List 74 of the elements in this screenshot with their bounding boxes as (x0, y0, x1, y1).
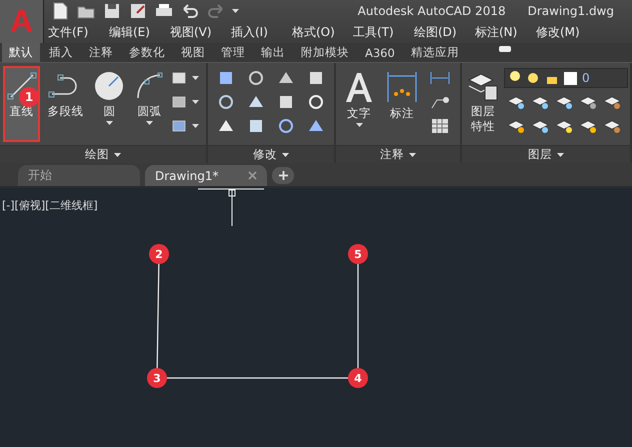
tool-button[interactable]: 标注 (382, 66, 422, 142)
panel-toggle-icon[interactable] (498, 45, 512, 53)
tool-button[interactable]: 圆 (90, 66, 128, 142)
document-tab[interactable]: Drawing1* (145, 165, 267, 186)
ribbon-tab[interactable]: 附加模块 (294, 43, 356, 62)
menu-item[interactable]: 修改(M) (536, 24, 597, 41)
caret-icon[interactable] (356, 122, 362, 127)
menu-item[interactable]: 格式(O) (292, 24, 353, 41)
ribbon-tab[interactable]: 默认 (2, 43, 40, 62)
menu-item[interactable]: 工具(T) (353, 24, 414, 41)
document-tab-label: 开始 (28, 167, 52, 184)
menu-item[interactable]: 编辑(E) (109, 24, 170, 41)
rectangle-icon[interactable] (170, 70, 188, 86)
plus-icon (278, 171, 288, 180)
file-name: Drawing1.dwg (528, 4, 614, 18)
ribbon-tab[interactable]: 参数化 (122, 43, 172, 62)
color-swatch-icon (564, 72, 577, 84)
tool-button[interactable]: 直线 1 (3, 66, 40, 142)
panel-title: 绘图 (85, 147, 109, 162)
new-tab-button[interactable] (272, 167, 294, 184)
panel-title: 图层 (528, 147, 552, 162)
panel-title-bar[interactable]: 图层 (462, 145, 630, 163)
caret-icon[interactable] (232, 9, 239, 13)
menu-item[interactable]: 插入(I) (231, 24, 292, 41)
document-tab[interactable]: 开始 (18, 165, 140, 186)
layer-dropdown[interactable]: 0 (504, 68, 628, 88)
crosshair-cursor (198, 188, 266, 226)
panel-title-bar[interactable]: 绘图 (0, 145, 206, 163)
leader-icon[interactable] (429, 94, 451, 110)
tool-button[interactable]: 圆弧 (130, 66, 168, 142)
ribbon-tab[interactable]: 输出 (254, 43, 292, 62)
table-icon[interactable] (430, 117, 450, 135)
save-as-icon[interactable] (128, 1, 148, 21)
caret-icon[interactable] (106, 120, 113, 125)
menu-item[interactable]: 文件(F) (48, 24, 109, 41)
tool-button[interactable]: 图层特性 (465, 66, 501, 142)
caret-icon[interactable] (409, 152, 416, 156)
menu-item[interactable]: 标注(N) (475, 24, 536, 41)
caret-icon[interactable] (146, 120, 153, 125)
panel-title-bar[interactable]: 注释 (336, 145, 460, 163)
document-tab-label: Drawing1* (155, 168, 219, 182)
ribbon-tab[interactable]: A360 (358, 43, 402, 62)
tool-button[interactable]: 多段线 (43, 66, 88, 142)
caret-icon[interactable] (114, 152, 121, 156)
linear-dimension-icon[interactable] (429, 70, 451, 86)
tool-button[interactable]: 文字 (339, 66, 379, 142)
save-icon[interactable] (102, 1, 122, 21)
caret-icon[interactable] (192, 76, 199, 80)
panel-title-bar[interactable]: 修改 (208, 145, 334, 163)
caret-icon[interactable] (192, 100, 199, 104)
panel-title: 修改 (253, 147, 277, 162)
ribbon-tab[interactable]: 插入 (42, 43, 80, 62)
panel-title: 注释 (380, 147, 404, 162)
caret-icon[interactable] (282, 152, 289, 156)
layer-name: 0 (582, 71, 590, 85)
step-marker: 3 (147, 368, 167, 388)
dimension-icon[interactable] (385, 70, 419, 104)
ribbon-tab[interactable]: 精选应用 (404, 43, 466, 62)
step-marker: 5 (348, 244, 368, 264)
circle-icon[interactable] (93, 70, 126, 102)
menu-item[interactable]: 视图(V) (170, 24, 231, 41)
ribbon-tab[interactable]: 管理 (214, 43, 252, 62)
viewport-label: [-][俯视][二维线框] (2, 198, 98, 213)
step-marker: 2 (149, 244, 169, 264)
line-icon[interactable] (6, 70, 38, 102)
app-title: Autodesk AutoCAD 2018 (358, 4, 506, 18)
ribbon-tab[interactable]: 视图 (174, 43, 212, 62)
menu-item[interactable]: 绘图(D) (414, 24, 475, 41)
step-marker: 4 (348, 368, 368, 388)
ribbon-tab[interactable]: 注释 (82, 43, 120, 62)
caret-icon[interactable] (557, 152, 564, 156)
close-icon[interactable] (248, 171, 257, 180)
step-marker: 1 (19, 87, 39, 107)
caret-icon[interactable] (192, 124, 199, 128)
